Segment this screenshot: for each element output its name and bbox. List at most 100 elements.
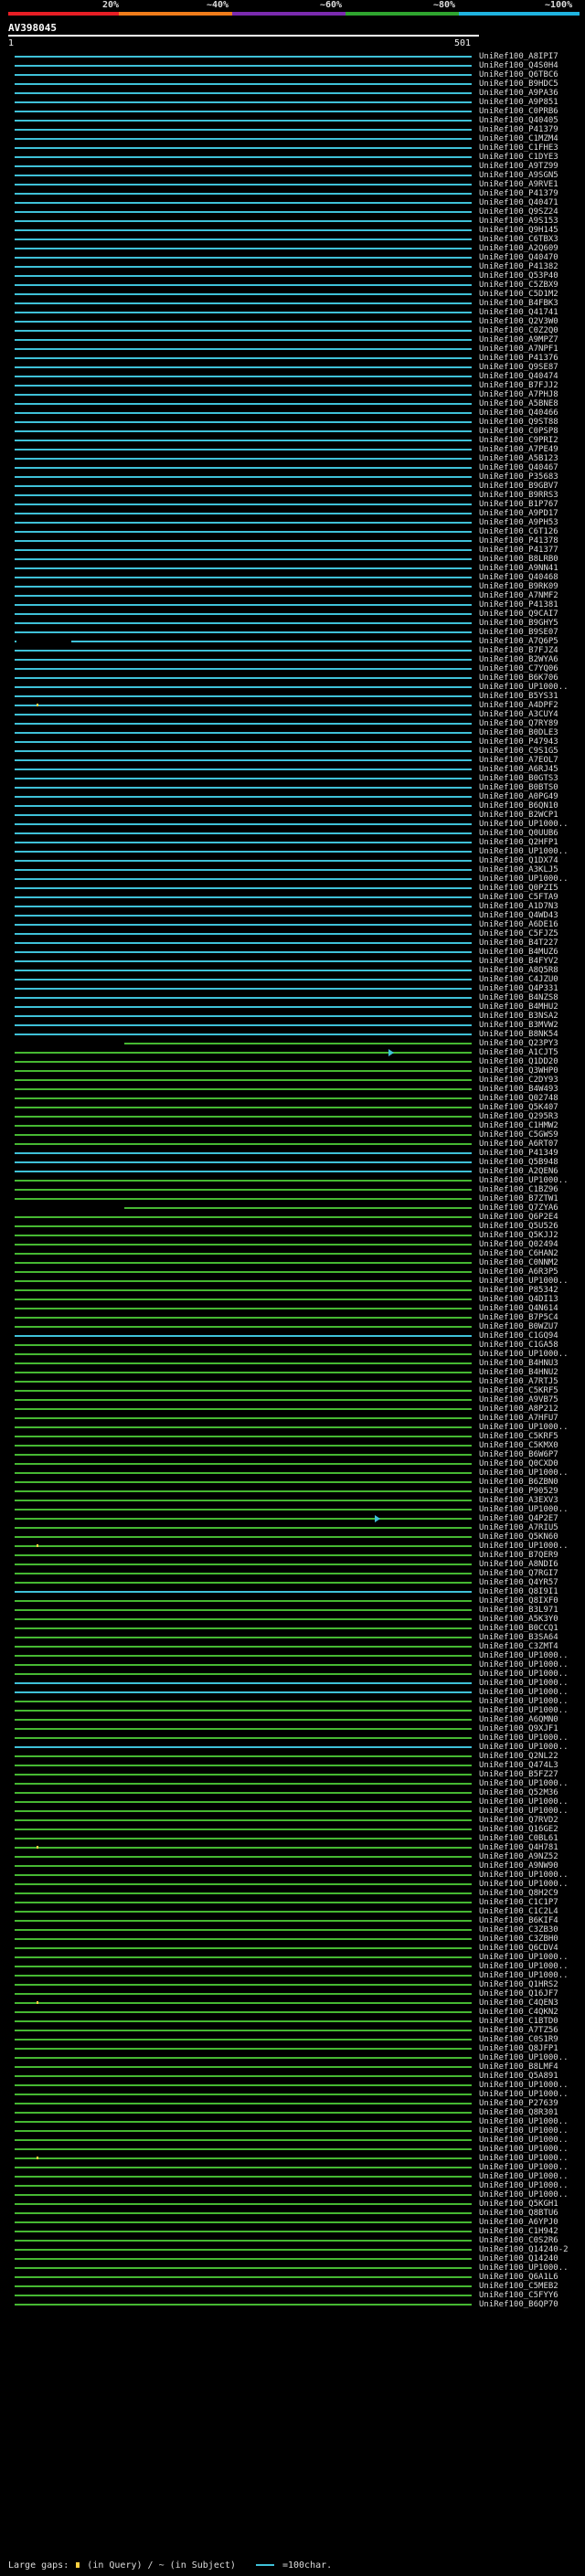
hit-row[interactable]: UniRef100_UP1000.. bbox=[0, 820, 585, 829]
hit-alignment-bar[interactable] bbox=[15, 2185, 472, 2187]
hit-id-link[interactable]: UniRef100_C4QEN3 bbox=[479, 1998, 558, 2008]
hit-row[interactable]: UniRef100_Q2V3W0 bbox=[0, 317, 585, 326]
hit-row[interactable]: UniRef100_P41379 bbox=[0, 125, 585, 134]
hit-alignment-bar[interactable] bbox=[15, 467, 472, 469]
hit-row[interactable]: UniRef100_Q0PZI5 bbox=[0, 884, 585, 893]
hit-alignment-bar[interactable] bbox=[15, 668, 472, 670]
hit-id-link[interactable]: UniRef100_Q8BTU6 bbox=[479, 2209, 558, 2218]
hit-id-link[interactable]: UniRef100_B2WCP1 bbox=[479, 811, 558, 820]
hit-alignment-bar[interactable] bbox=[15, 2240, 472, 2242]
hit-row[interactable]: UniRef100_Q23PY3 bbox=[0, 1039, 585, 1048]
hit-id-link[interactable]: UniRef100_Q1DD20 bbox=[479, 1057, 558, 1066]
hit-row[interactable]: UniRef100_C5FYY6 bbox=[0, 2291, 585, 2300]
hit-row[interactable]: UniRef100_B0GTS3 bbox=[0, 774, 585, 783]
hit-row[interactable]: UniRef100_A9SGN5 bbox=[0, 171, 585, 180]
hit-id-link[interactable]: UniRef100_Q1DX74 bbox=[479, 856, 558, 865]
hit-alignment-bar[interactable] bbox=[15, 266, 472, 268]
hit-alignment-bar[interactable] bbox=[15, 1966, 472, 1967]
hit-row[interactable]: UniRef100_Q7RY89 bbox=[0, 719, 585, 728]
hit-row[interactable]: UniRef100_Q1DD20 bbox=[0, 1057, 585, 1066]
hit-row[interactable]: UniRef100_UP1000.. bbox=[0, 1953, 585, 1962]
hit-row[interactable]: UniRef100_UP1000.. bbox=[0, 2154, 585, 2163]
hit-id-link[interactable]: UniRef100_B8LMF4 bbox=[479, 2062, 558, 2072]
hit-id-link[interactable]: UniRef100_B9GBV7 bbox=[479, 482, 558, 491]
hit-alignment-bar[interactable] bbox=[15, 878, 472, 880]
hit-alignment-bar[interactable] bbox=[15, 1463, 472, 1465]
hit-row[interactable]: UniRef100_C4JZU0 bbox=[0, 975, 585, 984]
hit-row[interactable]: UniRef100_C4QKN2 bbox=[0, 2008, 585, 2017]
hit-alignment-bar[interactable] bbox=[15, 1500, 472, 1501]
hit-id-link[interactable]: UniRef100_A7EOL7 bbox=[479, 756, 558, 765]
hit-id-link[interactable]: UniRef100_UP1000.. bbox=[479, 683, 569, 692]
hit-alignment-bar[interactable] bbox=[15, 1701, 472, 1702]
hit-alignment-bar[interactable] bbox=[15, 302, 472, 304]
hit-row[interactable]: UniRef100_C0S1R9 bbox=[0, 2035, 585, 2044]
hit-row[interactable]: UniRef100_C1GQ94 bbox=[0, 1331, 585, 1341]
hit-row[interactable]: UniRef100_Q16JF7 bbox=[0, 1989, 585, 1998]
hit-id-link[interactable]: UniRef100_A5BNE8 bbox=[479, 399, 558, 408]
hit-id-link[interactable]: UniRef100_B4HNU2 bbox=[479, 1368, 558, 1377]
hit-alignment-bar[interactable] bbox=[15, 494, 472, 496]
hit-id-link[interactable]: UniRef100_Q52M36 bbox=[479, 1788, 558, 1797]
hit-alignment-bar[interactable] bbox=[15, 65, 472, 67]
hit-row[interactable]: UniRef100_Q1DX74 bbox=[0, 856, 585, 865]
hit-id-link[interactable]: UniRef100_Q40466 bbox=[479, 408, 558, 418]
hit-alignment-bar[interactable] bbox=[15, 1088, 472, 1090]
hit-id-link[interactable]: UniRef100_C0BL61 bbox=[479, 1834, 558, 1843]
hit-row[interactable]: UniRef100_UP1000.. bbox=[0, 2181, 585, 2190]
hit-id-link[interactable]: UniRef100_C2DY93 bbox=[479, 1076, 558, 1085]
hit-row[interactable]: UniRef100_UP1000.. bbox=[0, 1962, 585, 1971]
hit-id-link[interactable]: UniRef100_A9PA36 bbox=[479, 89, 558, 98]
hit-alignment-bar[interactable] bbox=[15, 513, 472, 514]
hit-alignment-bar[interactable] bbox=[15, 1609, 472, 1611]
hit-alignment-bar[interactable] bbox=[15, 2002, 472, 2004]
hit-alignment-bar[interactable] bbox=[15, 1308, 472, 1309]
hit-row[interactable]: UniRef100_Q02748 bbox=[0, 1094, 585, 1103]
hit-alignment-bar[interactable] bbox=[15, 220, 472, 222]
hit-alignment-bar[interactable] bbox=[15, 851, 472, 853]
hit-id-link[interactable]: UniRef100_UP1000.. bbox=[479, 1743, 569, 1752]
hit-row[interactable]: UniRef100_C1GA58 bbox=[0, 1341, 585, 1350]
hit-row[interactable]: UniRef100_Q40466 bbox=[0, 408, 585, 418]
hit-id-link[interactable]: UniRef100_Q14240 bbox=[479, 2254, 558, 2263]
hit-alignment-bar[interactable] bbox=[15, 430, 472, 432]
hit-row[interactable]: UniRef100_Q14240 bbox=[0, 2254, 585, 2263]
hit-row[interactable]: UniRef100_C5KRF5 bbox=[0, 1386, 585, 1395]
hit-row[interactable]: UniRef100_UP1000.. bbox=[0, 1971, 585, 1980]
hit-id-link[interactable]: UniRef100_Q23PY3 bbox=[479, 1039, 558, 1048]
hit-row[interactable]: UniRef100_B4T227 bbox=[0, 938, 585, 948]
hit-row[interactable]: UniRef100_A7RIU5 bbox=[0, 1523, 585, 1532]
hit-id-link[interactable]: UniRef100_UP1000.. bbox=[479, 1697, 569, 1706]
hit-id-link[interactable]: UniRef100_UP1000.. bbox=[479, 1971, 569, 1980]
hit-id-link[interactable]: UniRef100_P27639 bbox=[479, 2099, 558, 2108]
hit-row[interactable]: UniRef100_UP1000.. bbox=[0, 2053, 585, 2062]
hit-alignment-bar[interactable] bbox=[15, 1646, 472, 1648]
hit-row[interactable]: UniRef100_Q4YR57 bbox=[0, 1578, 585, 1587]
hit-alignment-bar[interactable] bbox=[15, 622, 472, 624]
hit-id-link[interactable]: UniRef100_B6W6P7 bbox=[479, 1450, 558, 1459]
hit-row[interactable]: UniRef100_Q40474 bbox=[0, 372, 585, 381]
hit-id-link[interactable]: UniRef100_P47943 bbox=[479, 737, 558, 747]
hit-id-link[interactable]: UniRef100_Q4N614 bbox=[479, 1304, 558, 1313]
hit-alignment-bar[interactable] bbox=[15, 677, 472, 679]
hit-row[interactable]: UniRef100_P41377 bbox=[0, 546, 585, 555]
hit-row[interactable]: UniRef100_B5FZ27 bbox=[0, 1770, 585, 1779]
hit-alignment-bar[interactable] bbox=[15, 1819, 472, 1821]
hit-alignment-bar[interactable] bbox=[15, 1682, 472, 1684]
hit-row[interactable]: UniRef100_UP1000.. bbox=[0, 2145, 585, 2154]
hit-row[interactable]: UniRef100_Q40471 bbox=[0, 198, 585, 207]
hit-alignment-bar[interactable] bbox=[15, 193, 472, 195]
hit-row[interactable]: UniRef100_B4MUZ6 bbox=[0, 948, 585, 957]
hit-row[interactable]: UniRef100_A7NPF1 bbox=[0, 345, 585, 354]
hit-id-link[interactable]: UniRef100_A9NZ52 bbox=[479, 1852, 558, 1861]
hit-id-link[interactable]: UniRef100_C1H942 bbox=[479, 2227, 558, 2236]
hit-row[interactable]: UniRef100_B2WYA6 bbox=[0, 655, 585, 664]
hit-id-link[interactable]: UniRef100_C6T126 bbox=[479, 527, 558, 536]
hit-alignment-bar[interactable] bbox=[15, 778, 472, 779]
hit-alignment-bar[interactable] bbox=[15, 933, 472, 935]
hit-row[interactable]: UniRef100_Q40405 bbox=[0, 116, 585, 125]
hit-row[interactable]: UniRef100_A9PD17 bbox=[0, 509, 585, 518]
hit-id-link[interactable]: UniRef100_C4JZU0 bbox=[479, 975, 558, 984]
hit-id-link[interactable]: UniRef100_B4FYV2 bbox=[479, 957, 558, 966]
hit-row[interactable]: UniRef100_Q0UUB6 bbox=[0, 829, 585, 838]
